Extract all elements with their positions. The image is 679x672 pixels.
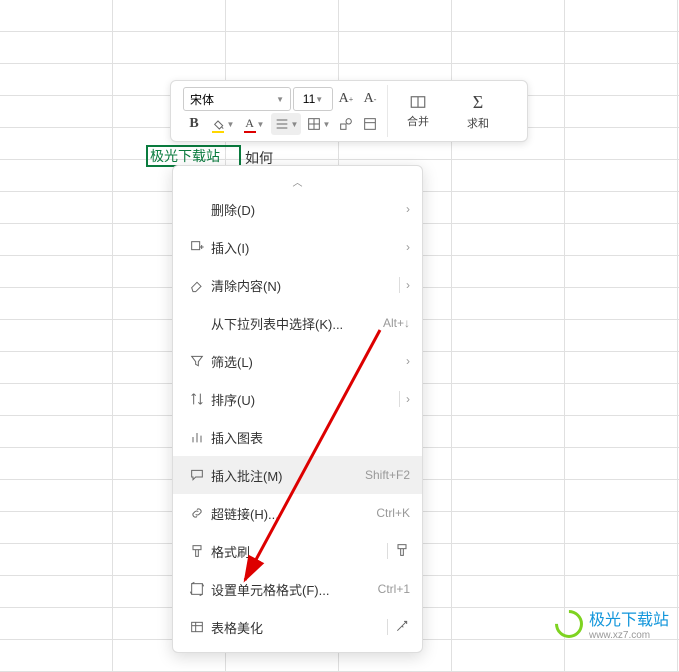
chevron-up-icon: ︿ [293,174,303,189]
magic-icon[interactable] [394,618,410,634]
paintbrush-alt-icon[interactable] [394,542,410,558]
font-selector[interactable]: 宋体▼ [183,87,291,111]
caret-down-icon: ▼ [315,95,323,104]
font-size-selector[interactable]: 11▼ [293,87,333,111]
fill-color-button[interactable]: ▼ [207,113,237,135]
borders-button[interactable]: ▼ [303,113,333,135]
sigma-icon: Σ [473,92,483,113]
merge-icon [408,93,428,111]
link-icon [189,505,205,521]
menu-format-painter[interactable]: 格式刷 [173,532,422,570]
decrease-font-button[interactable]: A- [359,88,381,110]
merge-button[interactable]: 合并 [394,93,442,129]
paint-bucket-icon [210,115,226,131]
chevron-right-icon: › [406,354,410,368]
filter-icon [189,353,205,369]
paintbrush-icon [189,543,205,559]
menu-insert-chart[interactable]: 插入图表 [173,418,422,456]
chevron-right-icon: › [406,392,410,406]
shapes-icon [338,116,354,132]
watermark: 极光下载站 www.xz7.com [555,606,669,641]
menu-insert[interactable]: 插入(I) › [173,228,422,266]
menu-hyperlink[interactable]: 超链接(H)... Ctrl+K [173,494,422,532]
chevron-right-icon: › [406,278,410,292]
align-icon [274,116,290,132]
bold-button[interactable]: B [183,113,205,135]
menu-beautify[interactable]: 表格美化 [173,608,422,646]
align-button[interactable]: ▼ [271,113,301,135]
menu-insert-comment[interactable]: 插入批注(M) Shift+F2 [173,456,422,494]
menu-clear[interactable]: 清除内容(N) › [173,266,422,304]
mini-toolbar: 宋体▼ 11▼ A+ A- B ▼ A▼ ▼ ▼ 合并 Σ 求和 [170,80,528,142]
menu-sort[interactable]: 排序(U) › [173,380,422,418]
collapse-button[interactable]: ︿ [173,172,422,190]
borders-icon [306,116,322,132]
menu-format-cells[interactable]: 设置单元格格式(F)... Ctrl+1 [173,570,422,608]
caret-down-icon: ▼ [276,95,284,104]
chart-icon [189,429,205,445]
chevron-right-icon: › [406,240,410,254]
selected-cell[interactable]: 极光下载站 [146,145,241,167]
table-style-icon [189,619,205,635]
eraser-icon [189,277,205,293]
menu-dropdown-select[interactable]: 从下拉列表中选择(K)... Alt+↓ [173,304,422,342]
comment-icon [189,467,205,483]
sum-button[interactable]: Σ 求和 [454,92,502,131]
sort-icon [189,391,205,407]
menu-filter[interactable]: 筛选(L) › [173,342,422,380]
font-color-button[interactable]: A▼ [239,113,269,135]
format-cells-icon [189,581,205,597]
format-table-button[interactable] [359,113,381,135]
context-menu: ︿ 删除(D) › 插入(I) › 清除内容(N) › 从下拉列表中选择(K).… [172,165,423,653]
table-icon [362,116,378,132]
menu-delete[interactable]: 删除(D) › [173,190,422,228]
insert-icon [189,239,205,255]
conditional-format-button[interactable] [335,113,357,135]
increase-font-button[interactable]: A+ [335,88,357,110]
logo-icon [549,604,589,644]
chevron-right-icon: › [406,202,410,216]
